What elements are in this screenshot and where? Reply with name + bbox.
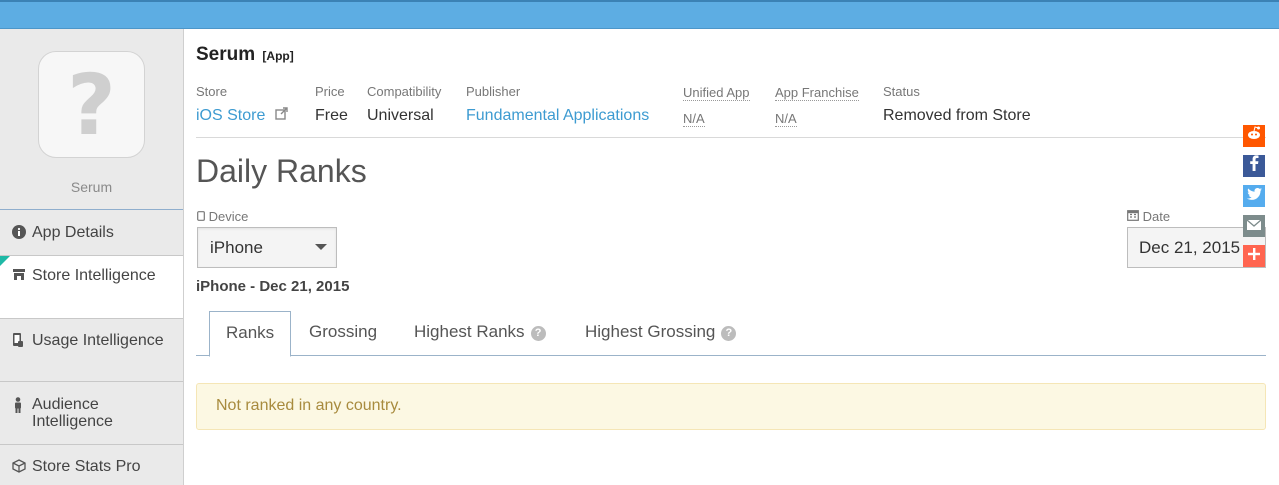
tab-highest-ranks[interactable]: Highest Ranks?	[414, 311, 546, 356]
twitter-share-icon[interactable]	[1243, 185, 1265, 207]
sidebar-item-label: Usage Intelligence	[32, 332, 164, 349]
sidebar: ? Serum App Details Store Intelligence U…	[0, 29, 184, 485]
meta-label-compatibility: Compatibility	[367, 84, 442, 99]
sidebar-item-store-stats-pro[interactable]: Store Stats Pro	[0, 444, 183, 484]
sidebar-nav: App Details Store Intelligence Usage Int…	[0, 209, 183, 484]
usage-phone-icon	[12, 333, 32, 351]
external-link-icon[interactable]	[271, 107, 288, 123]
sidebar-item-label: Audience Intelligence	[32, 396, 113, 430]
meta-label-store: Store	[196, 84, 228, 99]
meta-compatibility: Compatibility Universal	[367, 84, 441, 125]
tab-ranks[interactable]: Ranks	[209, 311, 292, 357]
meta-label-price: Price	[315, 84, 345, 99]
store-link[interactable]: iOS Store	[196, 107, 288, 125]
question-mark-icon: ?	[67, 55, 116, 154]
device-icon	[197, 209, 205, 224]
tab-grossing[interactable]: Grossing	[309, 311, 377, 356]
not-ranked-notice: Not ranked in any country.	[196, 383, 1266, 430]
more-share-icon[interactable]	[1243, 245, 1265, 267]
device-label-text: Device	[208, 209, 249, 224]
meta-publisher: Publisher Fundamental Applications	[466, 84, 649, 125]
cube-icon	[12, 459, 32, 476]
meta-price: Price Free	[315, 84, 348, 125]
active-indicator	[0, 256, 10, 266]
app-title: Serum	[196, 44, 256, 65]
ranks-subheading: iPhone - Dec 21, 2015	[196, 278, 350, 295]
app-icon-placeholder: ?	[38, 51, 145, 158]
section-title-daily-ranks: Daily Ranks	[196, 153, 367, 189]
app-franchise-value: N/A	[775, 111, 797, 127]
unified-app-value: N/A	[683, 111, 705, 127]
meta-label-app-franchise[interactable]: App Franchise	[775, 85, 859, 101]
email-share-icon[interactable]	[1243, 215, 1265, 237]
meta-unified-app: Unified App N/A	[683, 84, 750, 128]
person-icon	[12, 397, 32, 416]
meta-label-status: Status	[883, 84, 920, 99]
sidebar-item-label: Store Stats Pro	[32, 458, 141, 475]
meta-label-unified-app[interactable]: Unified App	[683, 85, 750, 101]
calendar-icon	[1127, 209, 1139, 224]
status-value: Removed from Store	[883, 107, 1031, 124]
price-value: Free	[315, 107, 348, 124]
divider	[196, 137, 1266, 138]
compatibility-value: Universal	[367, 107, 434, 124]
meta-app-franchise: App Franchise N/A	[775, 84, 859, 128]
sidebar-app-name: Serum	[70, 179, 113, 195]
help-icon[interactable]: ?	[530, 326, 546, 341]
sidebar-item-label: App Details	[32, 224, 114, 241]
sidebar-item-audience-intelligence[interactable]: Audience Intelligence	[0, 381, 183, 444]
rank-tabs: Ranks Grossing Highest Ranks? Highest Gr…	[196, 311, 1266, 357]
app-type-tag: [App]	[262, 49, 294, 63]
sidebar-item-label: Store Intelligence	[32, 267, 156, 284]
page-title: Serum [App]	[196, 44, 294, 66]
store-value[interactable]: iOS Store	[196, 107, 265, 124]
device-select-value: iPhone	[210, 238, 263, 257]
meta-label-publisher: Publisher	[466, 84, 521, 99]
facebook-share-icon[interactable]	[1243, 155, 1265, 177]
reddit-share-icon[interactable]	[1243, 125, 1265, 147]
chevron-down-icon	[315, 244, 327, 250]
date-label: Date	[1127, 209, 1170, 224]
meta-store: Store iOS Store	[196, 84, 288, 125]
date-label-text: Date	[1142, 209, 1171, 224]
publisher-link[interactable]: Fundamental Applications	[466, 107, 649, 125]
tab-highest-grossing[interactable]: Highest Grossing?	[585, 311, 737, 356]
sidebar-item-app-details[interactable]: App Details	[0, 209, 183, 255]
device-label: Device	[197, 209, 248, 224]
meta-status: Status Removed from Store	[883, 84, 1031, 125]
store-icon	[12, 268, 32, 284]
device-select[interactable]: iPhone	[197, 227, 337, 268]
sidebar-item-usage-intelligence[interactable]: Usage Intelligence	[0, 318, 183, 381]
help-icon[interactable]: ?	[721, 326, 737, 341]
sidebar-item-store-intelligence[interactable]: Store Intelligence	[0, 255, 183, 318]
tab-label: Highest Grossing	[585, 322, 716, 341]
tab-label: Highest Ranks	[414, 322, 525, 341]
top-navigation-bar	[0, 0, 1279, 29]
info-circle-icon	[12, 225, 32, 242]
